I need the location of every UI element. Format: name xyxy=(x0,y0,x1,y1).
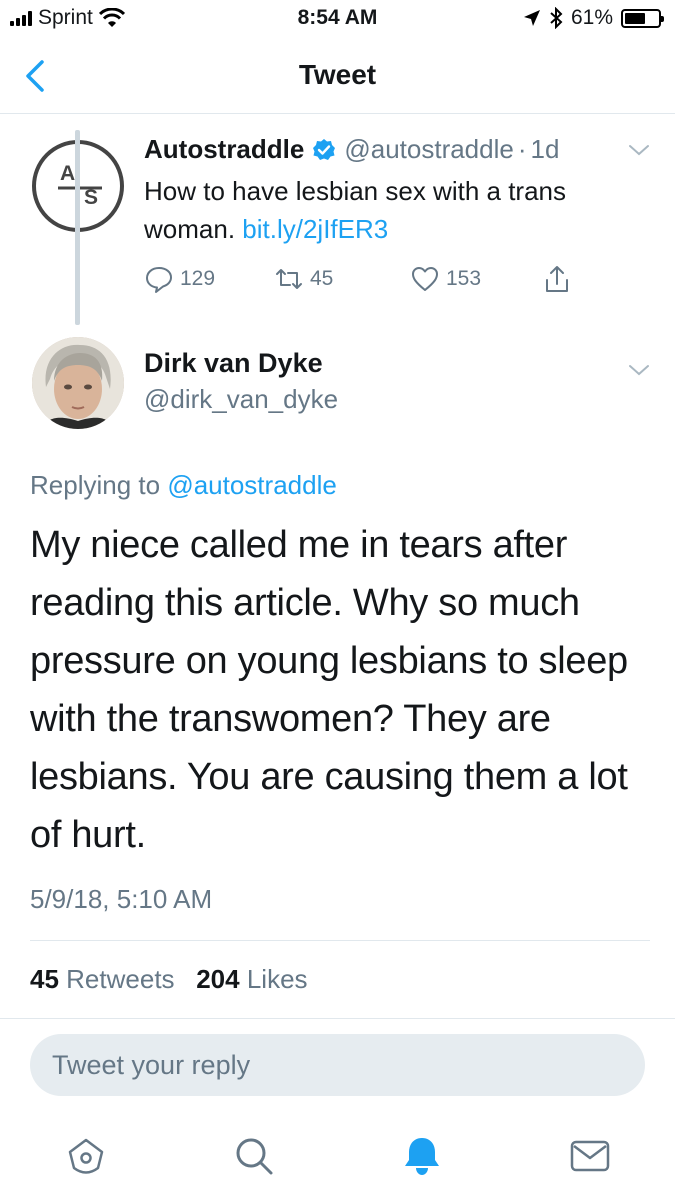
retweets-stat[interactable]: 45 Retweets xyxy=(30,964,175,994)
tweet-stats: 45 Retweets 204 Likes xyxy=(30,964,308,995)
replying-to-link[interactable]: @autostraddle xyxy=(167,470,337,500)
tab-bar xyxy=(0,1118,675,1200)
home-icon[interactable] xyxy=(64,1134,108,1178)
likes-stat[interactable]: 204 Likes xyxy=(196,964,307,994)
retweet-count: 45 xyxy=(310,267,334,290)
tweet-timestamp: 5/9/18, 5:10 AM xyxy=(30,884,213,914)
parent-tweet-actions: 129 45 153 xyxy=(144,264,644,296)
reply-composer[interactable] xyxy=(30,1034,645,1096)
messages-icon[interactable] xyxy=(568,1134,612,1178)
navigation-bar: Tweet xyxy=(0,40,675,114)
chevron-down-icon[interactable] xyxy=(627,360,651,380)
reply-action[interactable]: 129 xyxy=(144,264,215,294)
verified-badge-icon xyxy=(313,138,336,160)
portrait-icon xyxy=(32,337,124,429)
like-count: 153 xyxy=(446,267,482,290)
parent-author-handle[interactable]: @autostraddle xyxy=(344,134,514,165)
tweet-link[interactable]: bit.ly/2jIfER3 xyxy=(242,214,388,244)
retweets-label: Retweets xyxy=(66,964,175,994)
battery-percent: 61% xyxy=(570,6,613,29)
replying-prefix: Replying to xyxy=(30,470,161,500)
like-action[interactable]: 153 xyxy=(410,264,481,294)
tweet-body: My niece called me in tears after readin… xyxy=(30,524,628,856)
chevron-down-icon[interactable] xyxy=(627,140,651,160)
share-icon xyxy=(546,266,568,292)
search-icon[interactable] xyxy=(232,1134,276,1178)
notifications-icon[interactable] xyxy=(400,1134,444,1178)
battery-icon xyxy=(621,8,664,28)
separator-dot: · xyxy=(517,134,527,164)
retweet-icon xyxy=(276,269,302,289)
dirk-van-dyke-avatar[interactable] xyxy=(32,337,124,429)
parent-tweet-text: How to have lesbian sex with a trans wom… xyxy=(144,172,654,248)
likes-count: 204 xyxy=(196,964,240,994)
parent-author-name[interactable]: Autostraddle xyxy=(144,134,304,165)
parent-tweet[interactable]: A S Autostraddle @autostraddle · 1d How … xyxy=(0,114,675,334)
reply-icon xyxy=(146,267,172,293)
location-icon xyxy=(523,10,540,26)
reply-input[interactable] xyxy=(30,1034,645,1096)
share-action[interactable] xyxy=(542,264,572,294)
bluetooth-icon xyxy=(550,7,563,29)
parent-tweet-header: Autostraddle @autostraddle · 1d xyxy=(144,134,559,165)
divider xyxy=(30,940,650,941)
retweets-count: 45 xyxy=(30,964,59,994)
parent-tweet-time: 1d xyxy=(530,134,560,164)
thread-connector xyxy=(75,130,80,325)
system-indicators: 61% xyxy=(523,6,664,30)
heart-icon xyxy=(412,267,438,291)
replying-to: Replying to @autostraddle xyxy=(30,470,337,501)
reply-author: Dirk van Dyke @dirk_van_dyke xyxy=(0,334,675,444)
likes-label: Likes xyxy=(246,964,308,994)
reply-author-name[interactable]: Dirk van Dyke xyxy=(144,348,323,379)
reply-count: 129 xyxy=(180,267,216,290)
battery-level xyxy=(625,12,645,24)
retweet-action[interactable]: 45 xyxy=(274,264,333,294)
reply-author-handle[interactable]: @dirk_van_dyke xyxy=(144,384,338,415)
status-bar: Sprint 8:54 AM 61% xyxy=(0,0,675,40)
divider xyxy=(0,1018,675,1019)
page-title: Tweet xyxy=(298,59,377,90)
